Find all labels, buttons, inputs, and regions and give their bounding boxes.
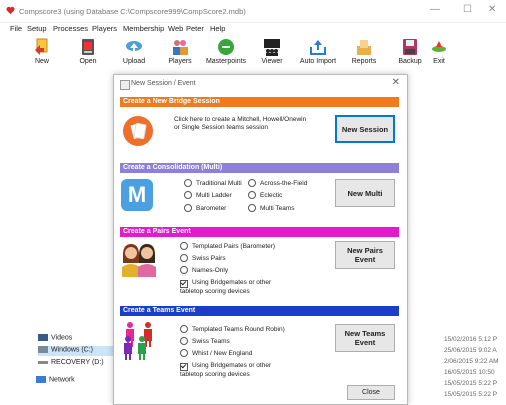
dialog-app-icon [120, 80, 130, 90]
date-modified: 25/06/2015 9:02 A [444, 347, 497, 354]
explorer-item-recovery-drive[interactable]: RECOVERY (D:) [38, 359, 104, 369]
menu-web[interactable]: Web [168, 24, 183, 33]
option-barometer[interactable]: Barometer [184, 203, 226, 213]
new-button[interactable]: New [21, 37, 63, 70]
date-modified: 15/02/2016 5:12 P [444, 336, 498, 343]
window-title: Compscore3 (using Database C:\Compscore9… [19, 7, 246, 16]
open-icon [82, 39, 94, 55]
new-pairs-event-button[interactable]: New Pairs Event [335, 241, 395, 269]
section-header-pairs: Create a Pairs Event [120, 227, 399, 237]
auto-import-button[interactable]: Auto Import [297, 37, 339, 70]
checkbox[interactable] [180, 363, 188, 371]
explorer-item-videos[interactable]: Videos [38, 334, 72, 344]
players-button[interactable]: Players [159, 37, 201, 70]
explorer-item-network[interactable]: Network [36, 376, 75, 386]
section-header-teams: Create a Teams Event [120, 306, 399, 316]
option-names-only[interactable]: Names-Only [180, 265, 228, 275]
option-pairs-bridgemates[interactable]: Using Bridgemates or other tabletop scor… [180, 279, 290, 296]
session-description: Click here to create a Mitchell, Howell/… [174, 116, 307, 131]
backup-icon [403, 39, 417, 55]
reports-button[interactable]: Reports [343, 37, 385, 70]
date-modified: 2/06/2015 9:22 AM [444, 358, 499, 365]
viewer-button[interactable]: Viewer [251, 37, 293, 70]
masterpoints-icon [218, 39, 234, 55]
drive-icon [38, 346, 48, 353]
date-modified: 15/05/2015 5:22 P [444, 380, 498, 387]
drive-icon [38, 360, 48, 364]
radio-button[interactable] [184, 203, 192, 212]
option-eclectic[interactable]: Eclectic [248, 190, 282, 200]
upload-button[interactable]: Upload [113, 37, 155, 70]
menu-peter[interactable]: Peter [186, 24, 204, 33]
videos-folder-icon [38, 334, 48, 341]
checkbox[interactable] [180, 280, 188, 288]
open-button[interactable]: Open [67, 37, 109, 70]
auto-import-icon [310, 40, 326, 55]
toolbar: New Open Upload Players Masterpoints Vie… [0, 37, 506, 70]
explorer-item-windows-drive[interactable]: Windows (C:) [38, 346, 114, 356]
new-icon [35, 38, 48, 55]
minimize-icon[interactable]: — [430, 4, 440, 15]
option-across-the-field[interactable]: Across-the-Field [248, 178, 307, 188]
title-bar: Compscore3 (using Database C:\Compscore9… [0, 0, 506, 23]
upload-icon [126, 41, 142, 54]
option-traditional-multi[interactable]: Traditional Multi [184, 178, 242, 188]
dialog-close-icon[interactable]: ✕ [392, 77, 400, 88]
radio-button[interactable] [180, 253, 188, 262]
explorer-date-column: 15/02/2016 5:12 P 25/06/2015 9:02 A 2/06… [444, 336, 506, 402]
teams-people-icon [124, 322, 152, 360]
option-templated-teams[interactable]: Templated Teams Round Robin) [180, 324, 285, 334]
dialog-title: New Session / Event [131, 80, 196, 87]
dialog-title-bar: New Session / Event ✕ [114, 75, 407, 92]
menu-processes[interactable]: Processes [53, 24, 88, 33]
new-multi-button[interactable]: New Multi [335, 179, 395, 207]
menu-players[interactable]: Players [92, 24, 117, 33]
multi-icon: M [121, 179, 153, 211]
radio-button[interactable] [184, 190, 192, 199]
radio-button[interactable] [180, 265, 188, 274]
close-button[interactable]: Close [347, 385, 395, 400]
radio-button[interactable] [248, 190, 256, 199]
file-explorer-pane: Videos Windows (C:) RECOVERY (D:) Networ… [22, 328, 114, 403]
radio-button[interactable] [184, 178, 192, 187]
radio-button[interactable] [180, 348, 188, 357]
players-icon [173, 40, 188, 55]
app-heart-icon [6, 6, 15, 15]
date-modified: 15/05/2015 5:22 P [444, 391, 498, 398]
section-header-multi: Create a Consolidation (Multi) [120, 163, 399, 173]
exit-icon [432, 41, 446, 52]
option-multi-ladder[interactable]: Multi Ladder [184, 190, 232, 200]
section-header-session: Create a New Bridge Session [120, 97, 399, 107]
network-icon [36, 376, 46, 383]
date-modified: 16/05/2015 10:50 [444, 369, 495, 376]
menu-setup[interactable]: Setup [27, 24, 47, 33]
menu-file[interactable]: File [10, 24, 22, 33]
pairs-people-icon [122, 244, 156, 277]
masterpoints-button[interactable]: Masterpoints [205, 37, 247, 70]
maximize-icon[interactable]: ☐ [463, 4, 472, 15]
radio-button[interactable] [180, 241, 188, 250]
reports-icon [357, 40, 371, 55]
new-teams-event-button[interactable]: New Teams Event [335, 324, 395, 352]
option-templated-pairs[interactable]: Templated Pairs (Barometer) [180, 241, 275, 251]
option-swiss-pairs[interactable]: Swiss Pairs [180, 253, 226, 263]
radio-button[interactable] [248, 203, 256, 212]
menu-membership[interactable]: Membership [123, 24, 164, 33]
menu-help[interactable]: Help [210, 24, 225, 33]
option-swiss-teams[interactable]: Swiss Teams [180, 336, 230, 346]
radio-button[interactable] [248, 178, 256, 187]
radio-button[interactable] [180, 324, 188, 333]
option-teams-bridgemates[interactable]: Using Bridgemates or other tabletop scor… [180, 362, 290, 379]
option-whist-new-england[interactable]: Whist / New England [180, 348, 252, 358]
close-icon[interactable]: ✕ [488, 4, 496, 15]
bridge-cards-icon [123, 116, 153, 146]
viewer-icon [264, 39, 280, 56]
exit-button[interactable]: Exit [418, 37, 460, 70]
option-multi-teams[interactable]: Multi Teams [248, 203, 295, 213]
menu-bar: File Setup Processes Players Membership … [0, 24, 506, 36]
new-session-dialog: New Session / Event ✕ Create a New Bridg… [113, 74, 408, 405]
radio-button[interactable] [180, 336, 188, 345]
new-session-button[interactable]: New Session [335, 115, 395, 143]
